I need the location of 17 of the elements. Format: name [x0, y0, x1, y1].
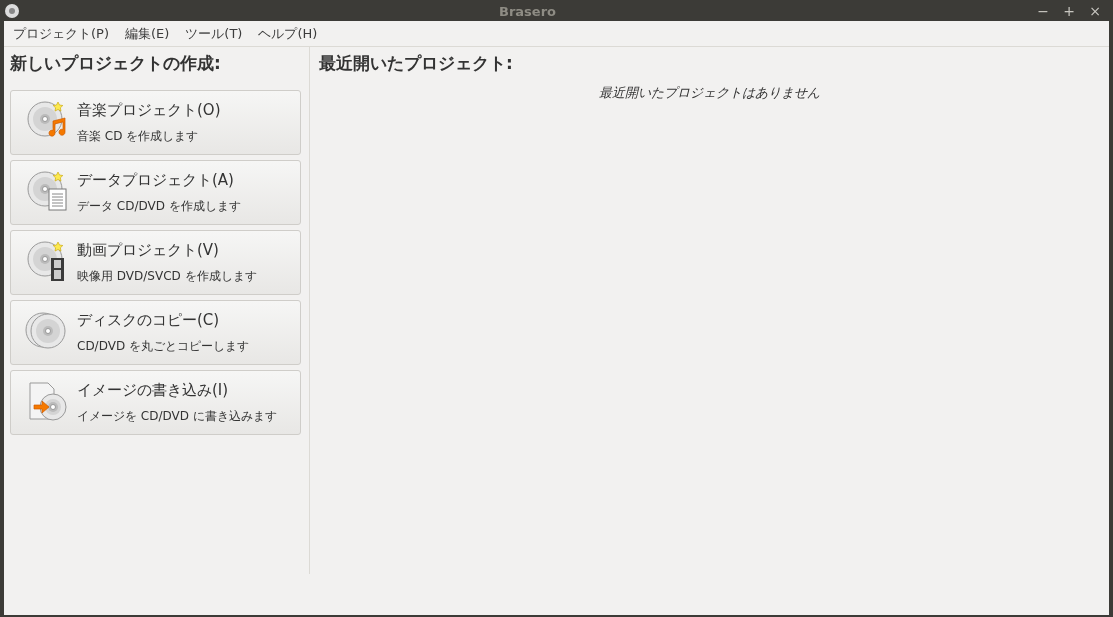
- app-icon: [4, 2, 20, 19]
- menu-item[interactable]: 編集(E): [118, 23, 177, 44]
- menu-item[interactable]: ヘルプ(H): [251, 23, 325, 44]
- project-button[interactable]: データプロジェクト(A) データ CD/DVD を作成します: [10, 159, 301, 225]
- section-heading: 新しいプロジェクトの作成:: [10, 52, 222, 75]
- project-button[interactable]: 音楽プロジェクト(O) 音楽 CD を作成します: [10, 89, 301, 155]
- project-button[interactable]: イメージの書き込み(I) イメージを CD/DVD に書き込みます: [10, 369, 301, 435]
- menu-item[interactable]: プロジェクト(P): [6, 23, 116, 44]
- empty-message: 最近開いたプロジェクトはありません: [599, 83, 820, 102]
- window-title: Brasero: [499, 3, 556, 19]
- project-button[interactable]: 動画プロジェクト(V) 映像用 DVD/SVCD を作成します: [10, 229, 301, 295]
- minimize-button[interactable]: −: [1035, 3, 1051, 18]
- section-heading: 最近開いたプロジェクト:: [319, 52, 514, 75]
- maximize-button[interactable]: +: [1061, 3, 1077, 18]
- menu-item[interactable]: ツール(T): [178, 23, 250, 44]
- project-button[interactable]: ディスクのコピー(C) CD/DVD を丸ごとコピーします: [10, 299, 301, 365]
- close-button[interactable]: ×: [1087, 3, 1103, 18]
